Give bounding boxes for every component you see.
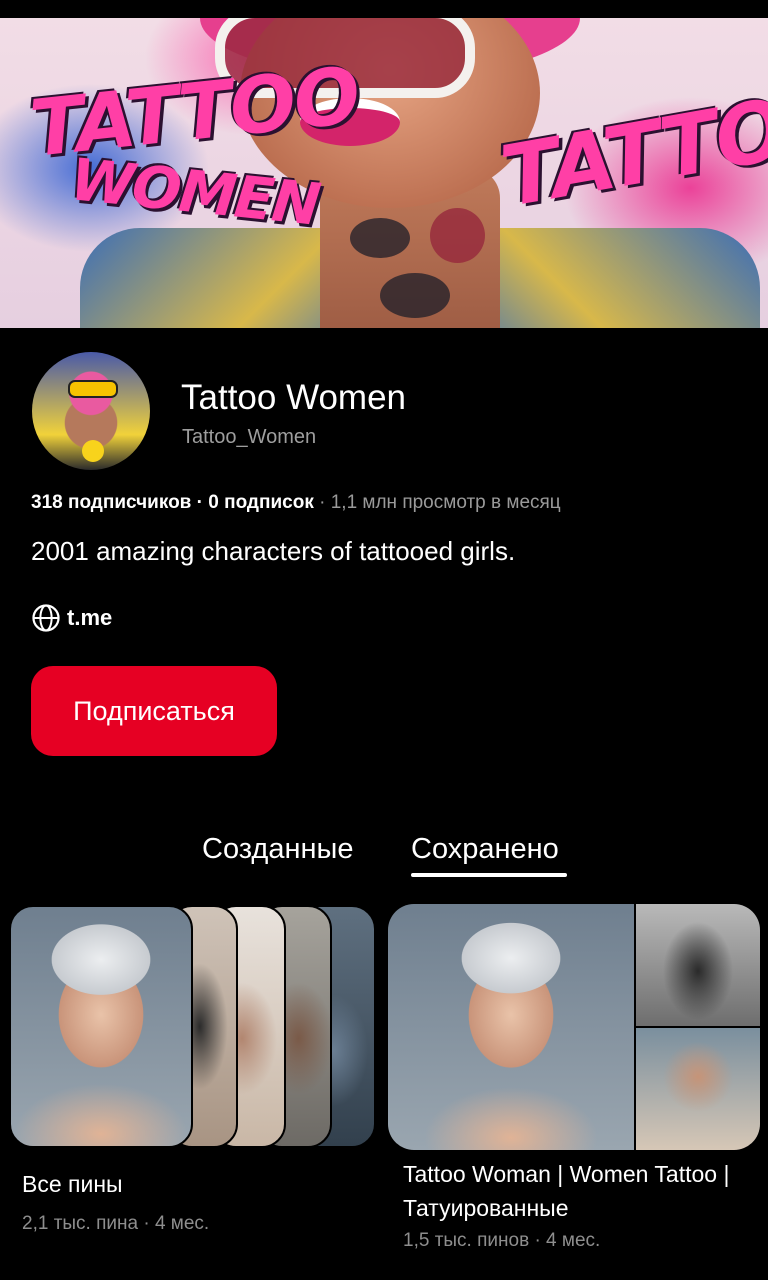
profile-stats: 318 подписчиков · 0 подписок · 1,1 млн п… xyxy=(31,492,561,514)
cover-tattoo-bird xyxy=(380,273,450,318)
profile-cover-image: TATTOO WOMEN TATTOO xyxy=(0,18,768,328)
profile-bio: 2001 amazing characters of tattooed girl… xyxy=(31,536,516,566)
avatar-shades xyxy=(68,380,118,398)
profile-avatar[interactable] xyxy=(32,352,150,470)
cover-tattoo xyxy=(350,218,410,258)
profile-handle: Tattoo_Women xyxy=(182,426,317,448)
board-meta: 2,1 тыс. пина · 4 мес. xyxy=(22,1213,210,1234)
following-count[interactable]: 0 подписок xyxy=(208,492,314,513)
tab-created[interactable]: Созданные xyxy=(202,833,353,866)
board-cover-top-right xyxy=(636,904,760,1026)
board-cover-main xyxy=(388,904,634,1150)
tab-saved[interactable]: Сохранено xyxy=(411,833,559,866)
website-link-label: t.me xyxy=(67,605,113,630)
profile-name: Tattoo Women xyxy=(181,378,407,417)
stats-separator: · xyxy=(196,492,203,513)
profile-website-link[interactable]: t.me xyxy=(31,603,112,633)
cover-tattoo-rose xyxy=(430,208,485,263)
board-title[interactable]: Tattoo Woman | Women Tattoo | Татуирован… xyxy=(403,1157,733,1225)
avatar-smiley xyxy=(82,440,104,462)
board-meta: 1,5 тыс. пинов · 4 мес. xyxy=(403,1230,601,1251)
board-title[interactable]: Все пины xyxy=(22,1167,123,1201)
active-tab-indicator xyxy=(411,873,567,877)
board-card-tattoo-woman[interactable] xyxy=(388,904,760,1150)
stats-separator: · xyxy=(319,492,326,513)
globe-icon xyxy=(32,604,60,632)
cover-jacket-right xyxy=(470,228,760,328)
followers-count[interactable]: 318 подписчиков xyxy=(31,492,191,513)
follow-button[interactable]: Подписаться xyxy=(31,666,277,756)
pin-preview-main xyxy=(9,905,193,1148)
monthly-views: 1,1 млн просмотр в месяц xyxy=(330,492,561,513)
board-cover-bottom-right xyxy=(636,1028,760,1150)
